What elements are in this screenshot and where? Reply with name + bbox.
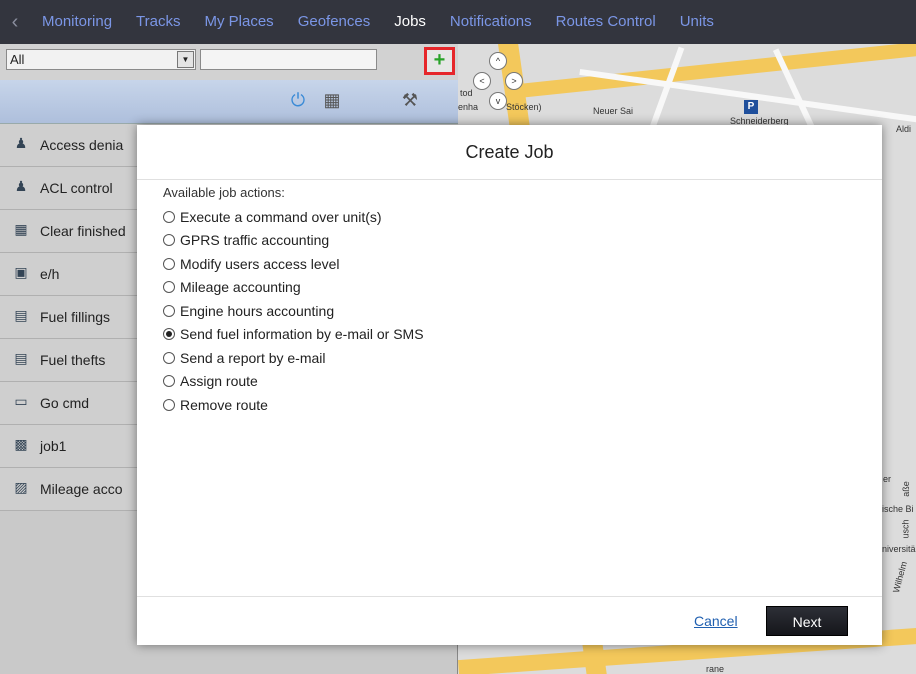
option-label: Remove route bbox=[180, 396, 268, 413]
radio-button[interactable] bbox=[163, 351, 175, 364]
radio-button[interactable] bbox=[163, 210, 175, 223]
create-job-dialog: Create Job Available job actions: Execut… bbox=[137, 125, 882, 645]
dialog-title: Create Job bbox=[137, 125, 882, 180]
option-label: Mileage accounting bbox=[180, 279, 301, 296]
radio-button[interactable] bbox=[163, 375, 175, 388]
radio-button[interactable] bbox=[163, 257, 175, 270]
option-label: GPRS traffic accounting bbox=[180, 232, 330, 249]
available-actions-label: Available job actions: bbox=[163, 185, 285, 200]
option-label: Send a report by e-mail bbox=[180, 349, 326, 366]
modal-overlay: Create Job Available job actions: Execut… bbox=[0, 0, 916, 674]
job-action-options: Execute a command over unit(s) GPRS traff… bbox=[163, 205, 853, 417]
next-button[interactable]: Next bbox=[766, 606, 848, 636]
option-label: Assign route bbox=[180, 373, 258, 390]
option-label: Execute a command over unit(s) bbox=[180, 208, 382, 225]
option-label: Send fuel information by e-mail or SMS bbox=[180, 326, 424, 343]
option-label: Engine hours accounting bbox=[180, 302, 335, 319]
radio-button[interactable] bbox=[163, 328, 175, 341]
radio-button[interactable] bbox=[163, 234, 175, 247]
radio-button[interactable] bbox=[163, 398, 175, 411]
radio-button[interactable] bbox=[163, 304, 175, 317]
job-action-option[interactable]: GPRS traffic accounting bbox=[163, 229, 853, 253]
job-action-option[interactable]: Send fuel information by e-mail or SMS bbox=[163, 323, 853, 347]
job-action-option[interactable]: Assign route bbox=[163, 370, 853, 394]
cancel-button[interactable]: Cancel bbox=[694, 613, 738, 629]
dialog-body: Available job actions: Execute a command… bbox=[163, 185, 853, 417]
option-label: Modify users access level bbox=[180, 255, 340, 272]
job-action-option[interactable]: Send a report by e-mail bbox=[163, 346, 853, 370]
radio-button[interactable] bbox=[163, 281, 175, 294]
job-action-option[interactable]: Engine hours accounting bbox=[163, 299, 853, 323]
dialog-footer: Cancel Next bbox=[137, 596, 882, 645]
job-action-option[interactable]: Remove route bbox=[163, 393, 853, 417]
job-action-option[interactable]: Execute a command over unit(s) bbox=[163, 205, 853, 229]
job-action-option[interactable]: Mileage accounting bbox=[163, 276, 853, 300]
job-action-option[interactable]: Modify users access level bbox=[163, 252, 853, 276]
